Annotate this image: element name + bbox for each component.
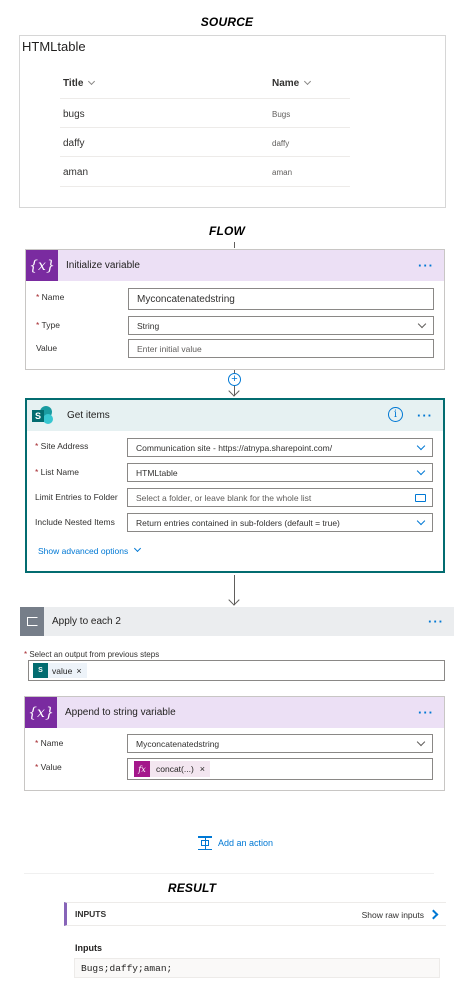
sharepoint-icon: S bbox=[27, 400, 59, 431]
row-2-name: daffy bbox=[272, 139, 290, 148]
remove-token-icon[interactable]: × bbox=[200, 764, 210, 774]
remove-token-icon[interactable]: × bbox=[76, 666, 86, 676]
type-dropdown[interactable]: String bbox=[128, 316, 434, 335]
card-title: Apply to each 2 bbox=[52, 616, 121, 627]
chevron-down-icon bbox=[417, 319, 427, 329]
value-label: Value bbox=[36, 343, 58, 353]
name-dropdown[interactable]: Myconcatenatedstring bbox=[127, 734, 433, 753]
initialize-variable-card: {x} Initialize variable ··· * Name Mycon… bbox=[25, 249, 445, 370]
card-header[interactable]: S Get items i ··· bbox=[27, 400, 443, 431]
divider bbox=[60, 186, 350, 187]
more-options-icon[interactable]: ··· bbox=[417, 408, 433, 423]
info-icon[interactable]: i bbox=[388, 407, 403, 422]
value-input[interactable]: Enter initial value bbox=[128, 339, 434, 358]
list-name-dropdown[interactable]: HTMLtable bbox=[127, 463, 433, 482]
show-raw-inputs-link[interactable]: Show raw inputs bbox=[362, 910, 424, 920]
limit-folder-label: Limit Entries to Folder bbox=[35, 492, 118, 502]
more-options-icon[interactable]: ··· bbox=[428, 614, 444, 629]
divider bbox=[24, 873, 434, 874]
card-title: Get items bbox=[67, 410, 110, 421]
select-output-input[interactable]: S value × bbox=[28, 660, 445, 681]
get-items-card: S Get items i ··· * Site Address Communi… bbox=[25, 398, 445, 573]
name-label: * Name bbox=[36, 292, 65, 302]
divider bbox=[60, 156, 350, 157]
select-output-label: * Select an output from previous steps bbox=[24, 650, 160, 659]
inputs-value: Bugs;daffy;aman; bbox=[74, 958, 440, 978]
nested-items-label: Include Nested Items bbox=[35, 517, 115, 527]
nested-items-dropdown[interactable]: Return entries contained in sub-folders … bbox=[127, 513, 433, 532]
list-name-label: * List Name bbox=[35, 467, 79, 477]
card-title: Append to string variable bbox=[65, 707, 176, 718]
more-options-icon[interactable]: ··· bbox=[418, 258, 434, 273]
site-address-dropdown[interactable]: Communication site - https://atnypa.shar… bbox=[127, 438, 433, 457]
source-heading: SOURCE bbox=[200, 15, 254, 29]
row-3-title[interactable]: aman bbox=[63, 167, 88, 178]
arrow-down-icon bbox=[228, 594, 240, 606]
function-icon: fx bbox=[134, 761, 150, 777]
show-advanced-options-link[interactable]: Show advanced options bbox=[38, 544, 142, 556]
chevron-down-icon bbox=[416, 441, 426, 451]
add-action-button[interactable]: Add an action bbox=[198, 836, 273, 850]
limit-folder-input[interactable]: Select a folder, or leave blank for the … bbox=[127, 488, 433, 507]
card-header[interactable]: {x} Initialize variable ··· bbox=[26, 250, 444, 281]
inputs-section-header[interactable]: INPUTS Show raw inputs bbox=[64, 902, 446, 926]
card-header[interactable]: {x} Append to string variable ··· bbox=[25, 697, 444, 728]
expression-token[interactable]: fx concat(...) × bbox=[134, 761, 211, 777]
name-label: * Name bbox=[35, 738, 64, 748]
result-heading: RESULT bbox=[167, 881, 217, 895]
chevron-down-icon bbox=[416, 737, 426, 747]
value-token[interactable]: S value × bbox=[33, 663, 87, 678]
list-title: HTMLtable bbox=[22, 39, 86, 54]
inputs-label: Inputs bbox=[75, 943, 102, 953]
row-3-name: aman bbox=[272, 168, 293, 177]
column-header-name[interactable]: Name bbox=[272, 77, 312, 89]
append-to-string-card: {x} Append to string variable ··· * Name… bbox=[24, 696, 445, 791]
type-label: * Type bbox=[36, 320, 60, 330]
chevron-right-icon[interactable] bbox=[428, 909, 439, 920]
value-input[interactable]: fx concat(...) × bbox=[127, 758, 433, 780]
row-1-name: Bugs bbox=[272, 110, 291, 119]
row-1-title[interactable]: bugs bbox=[63, 109, 85, 120]
variable-icon: {x} bbox=[25, 697, 57, 728]
card-title: Initialize variable bbox=[66, 260, 140, 271]
chevron-down-icon bbox=[416, 466, 426, 476]
column-header-title[interactable]: Title bbox=[63, 77, 96, 89]
arrow-down-icon bbox=[228, 385, 240, 397]
chevron-down-icon bbox=[88, 77, 96, 86]
divider bbox=[60, 98, 350, 99]
value-label: * Value bbox=[35, 762, 62, 772]
row-2-title[interactable]: daffy bbox=[63, 138, 85, 149]
add-action-icon bbox=[198, 836, 212, 850]
site-address-label: * Site Address bbox=[35, 441, 89, 451]
apply-to-each-header[interactable]: Apply to each 2 ··· bbox=[20, 607, 454, 636]
connector-line bbox=[234, 242, 235, 248]
chevron-down-icon bbox=[416, 516, 426, 526]
folder-icon[interactable] bbox=[415, 494, 426, 502]
chevron-down-icon bbox=[133, 544, 142, 553]
name-input[interactable]: Myconcatenatedstring bbox=[128, 288, 434, 310]
flow-heading: FLOW bbox=[208, 224, 246, 238]
source-list-panel: HTMLtable Title Name bugs Bugs daffy daf… bbox=[19, 35, 446, 208]
loop-icon bbox=[20, 607, 44, 636]
chevron-down-icon bbox=[304, 77, 312, 86]
variable-icon: {x} bbox=[26, 250, 58, 281]
sharepoint-icon: S bbox=[33, 663, 48, 678]
inputs-header: INPUTS bbox=[75, 909, 107, 919]
insert-step-plus-icon[interactable]: + bbox=[228, 373, 241, 386]
more-options-icon[interactable]: ··· bbox=[418, 705, 434, 720]
divider bbox=[60, 127, 350, 128]
